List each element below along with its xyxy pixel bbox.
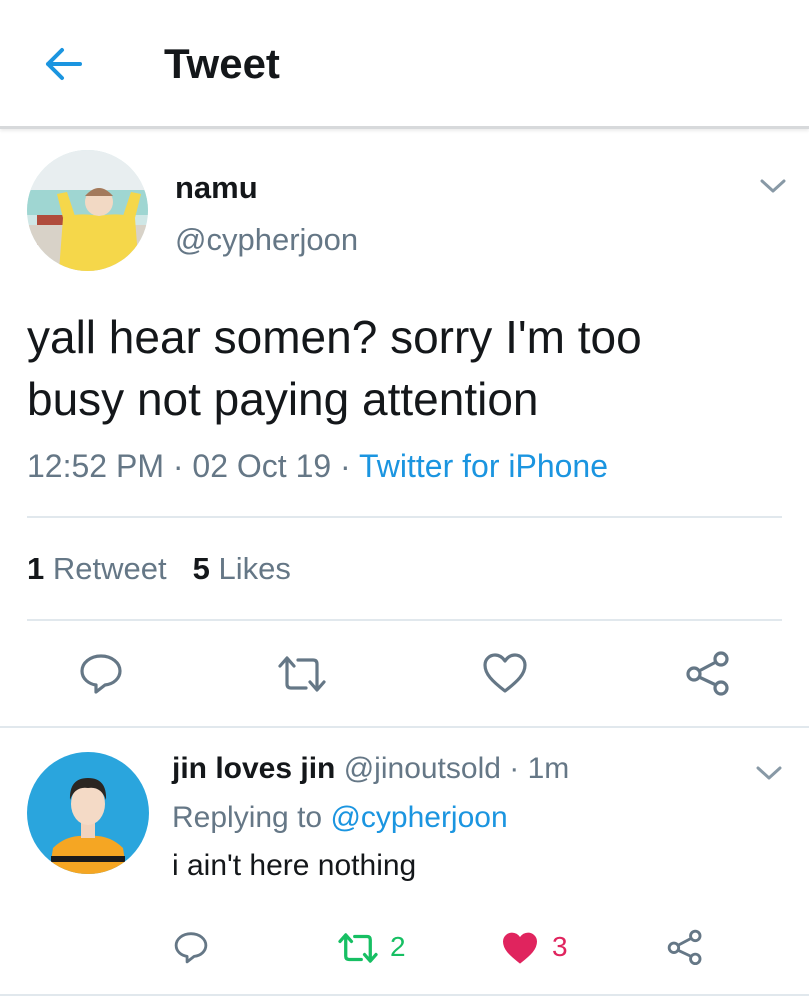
reply-text: i ain't here nothing — [172, 849, 417, 882]
likes-stat[interactable]: 5 Likes — [193, 551, 291, 586]
divider — [0, 994, 809, 996]
reply-display-name[interactable]: jin loves jin — [172, 752, 335, 785]
display-name[interactable]: namu — [175, 170, 258, 206]
reply-avatar[interactable] — [27, 752, 149, 874]
profile-photo-icon — [27, 150, 148, 271]
tweet-time: 12:52 PM — [27, 448, 164, 484]
reply-like-button[interactable] — [501, 931, 539, 970]
tweet-date: 02 Oct 19 — [192, 448, 332, 484]
retweet-icon — [338, 933, 378, 963]
tweet-source-link[interactable]: Twitter for iPhone — [359, 448, 608, 484]
mention-link[interactable]: @cypherjoon — [330, 801, 507, 834]
reply-button[interactable] — [78, 650, 124, 701]
reply-handle[interactable]: @jinoutsold — [344, 752, 501, 785]
replying-to-label: Replying to — [172, 801, 323, 834]
tweet-text-line: yall hear somen? sorry I'm too — [27, 311, 642, 363]
share-icon — [686, 651, 729, 696]
reply-icon — [174, 932, 208, 964]
reply-reply-button[interactable] — [173, 928, 209, 971]
avatar[interactable] — [27, 150, 148, 271]
chevron-down-icon — [756, 766, 782, 780]
meta-separator: · — [500, 752, 528, 785]
like-icon — [502, 932, 538, 964]
page-title: Tweet — [164, 40, 280, 87]
reply-retweet-button[interactable] — [336, 930, 380, 971]
like-count: 5 — [192, 551, 210, 586]
chevron-down-icon — [760, 179, 786, 193]
reply-time: 1m — [527, 752, 570, 785]
meta-separator: · — [331, 448, 360, 484]
reply-header: jin loves jin @jinoutsold · 1m — [172, 752, 569, 786]
reply-share-button[interactable] — [666, 928, 704, 971]
back-arrow-icon — [46, 48, 82, 80]
top-bar: Tweet — [0, 0, 809, 129]
user-handle[interactable]: @cypherjoon — [175, 222, 358, 258]
profile-photo-icon — [27, 752, 149, 874]
retweets-stat[interactable]: 1 Retweet — [27, 551, 167, 586]
back-button[interactable] — [40, 44, 86, 84]
like-button[interactable] — [482, 652, 528, 699]
like-icon — [483, 653, 527, 693]
share-icon — [667, 929, 702, 966]
divider — [27, 619, 782, 621]
like-label: Likes — [218, 551, 291, 586]
divider — [27, 516, 782, 518]
tweet-text-line: busy not paying attention — [27, 373, 539, 425]
retweet-icon — [278, 656, 326, 692]
reply-options-button[interactable] — [754, 763, 784, 783]
tweet-options-button[interactable] — [758, 176, 788, 196]
divider — [0, 726, 809, 728]
tweet-text: yall hear somen? sorry I'm too busy not … — [27, 306, 787, 430]
tweet-meta: 12:52 PM · 02 Oct 19 · Twitter for iPhon… — [27, 448, 608, 485]
replying-to: Replying to @cypherjoon — [172, 801, 508, 835]
retweet-label: Retweet — [52, 551, 167, 586]
retweet-count: 1 — [27, 551, 45, 586]
reply-retweet-count: 2 — [390, 931, 406, 962]
reply-icon — [80, 654, 122, 694]
retweet-button[interactable] — [276, 652, 328, 701]
meta-separator: · — [163, 448, 193, 484]
reply-like-count: 3 — [552, 931, 568, 962]
share-button[interactable] — [684, 650, 732, 701]
engagement-stats: 1 Retweet 5 Likes — [27, 551, 291, 587]
